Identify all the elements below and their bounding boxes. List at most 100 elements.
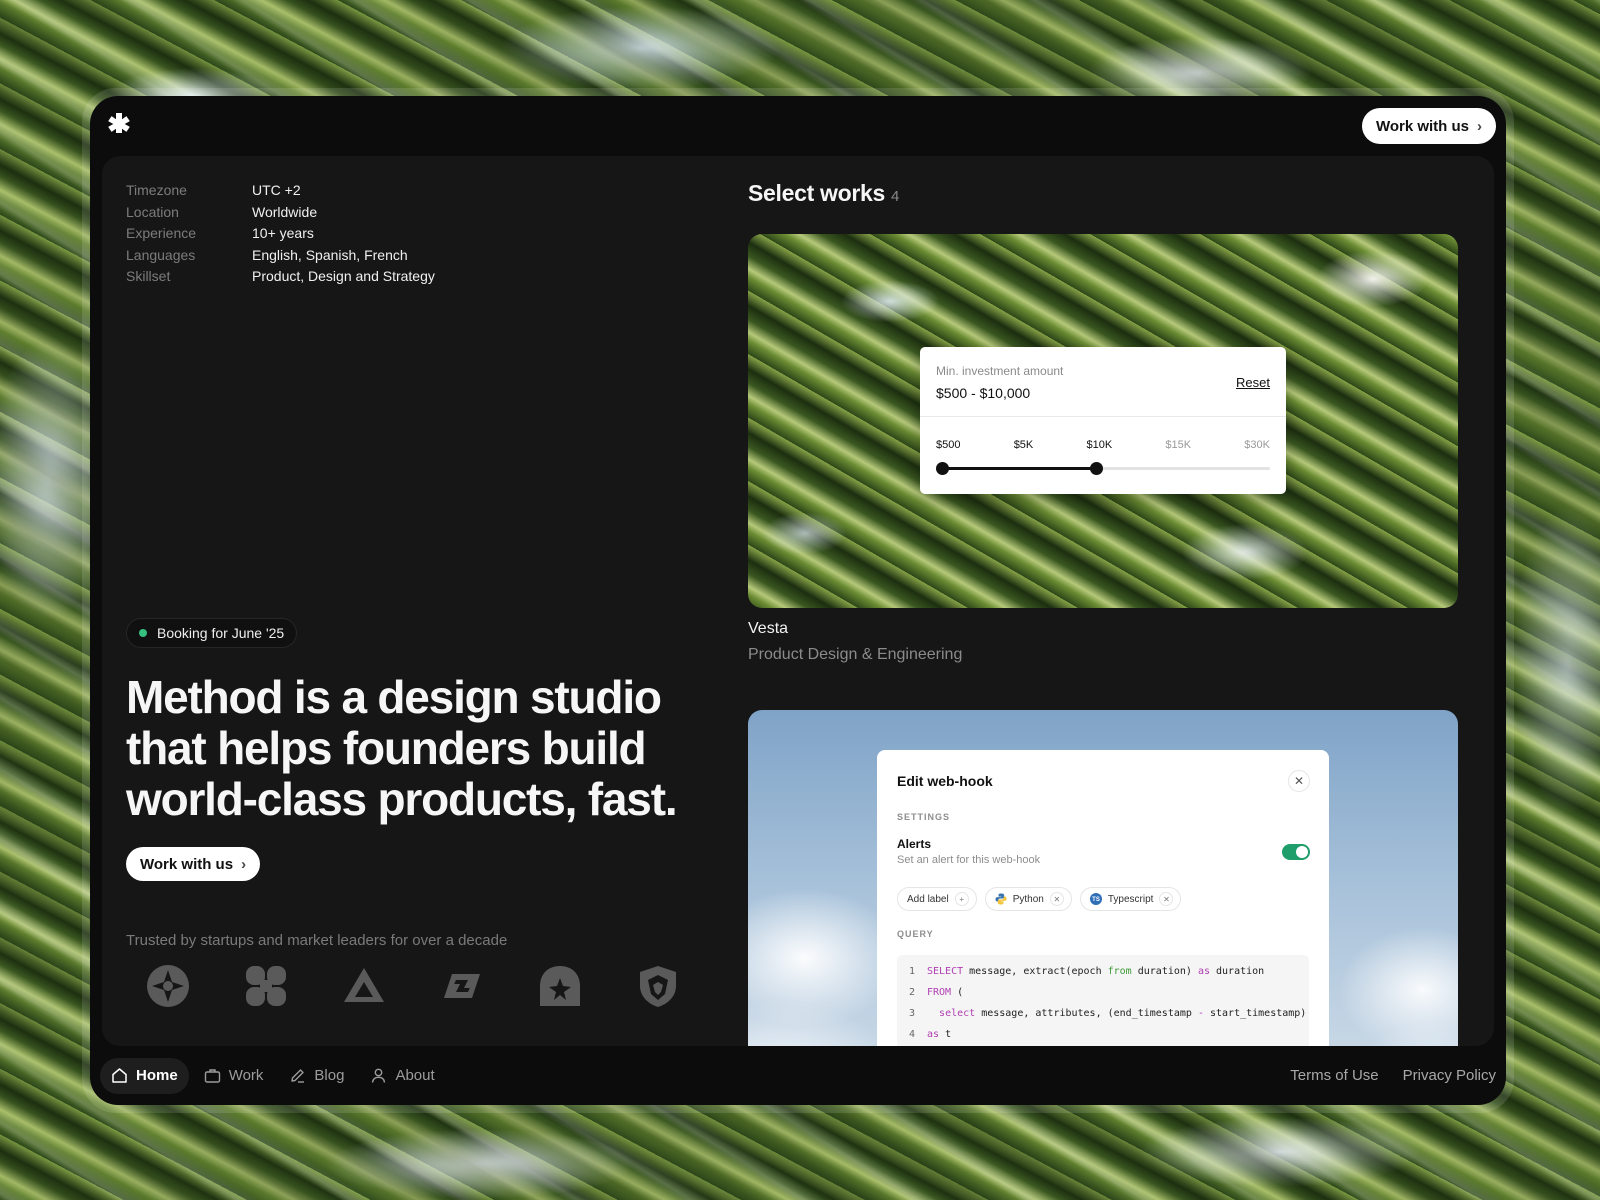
project-name[interactable]: Vesta <box>748 620 788 638</box>
info-row-languages: Languages English, Spanish, French <box>126 245 726 267</box>
privacy-policy-link[interactable]: Privacy Policy <box>1403 1067 1496 1084</box>
hero-work-with-us-button[interactable]: Work with us › <box>126 847 261 881</box>
remove-icon[interactable]: ✕ <box>1049 892 1064 906</box>
add-label-chip[interactable]: Add label + <box>897 887 977 911</box>
method-logo[interactable] <box>108 112 130 134</box>
nav-item-work[interactable]: Work <box>193 1058 275 1094</box>
info-value: UTC +2 <box>252 182 301 198</box>
plus-icon: + <box>954 892 969 906</box>
code-line: 2 FROM ( <box>908 987 964 998</box>
clover-logo <box>244 964 288 1008</box>
compass-star-logo <box>146 964 190 1008</box>
info-list: Timezone UTC +2 Location Worldwide Exper… <box>126 180 726 288</box>
investment-label: Min. investment amount <box>936 364 1064 378</box>
info-label: Skillset <box>126 268 171 285</box>
info-label: Experience <box>126 225 197 242</box>
client-logos <box>146 964 680 1008</box>
top-bar: Work with us › <box>90 96 1506 154</box>
link-logo <box>440 964 484 1008</box>
nav-label: About <box>395 1067 435 1084</box>
investment-range-widget: Min. investment amount $500 - $10,000 Re… <box>920 347 1286 494</box>
terms-of-use-link[interactable]: Terms of Use <box>1290 1067 1378 1084</box>
info-label: Timezone <box>126 182 187 198</box>
chevron-right-icon: › <box>1477 117 1482 135</box>
triangle-logo <box>342 964 386 1008</box>
nav-label: Blog <box>314 1067 345 1084</box>
bottom-bar: Home Work Blog About Terms of Use Privac… <box>90 1046 1506 1105</box>
code-line: 4 as t <box>908 1029 952 1040</box>
tick-label: $15K <box>1165 439 1192 451</box>
close-icon[interactable]: ✕ <box>1288 770 1310 792</box>
intro-column: Timezone UTC +2 Location Worldwide Exper… <box>126 180 726 1046</box>
divider <box>920 416 1286 417</box>
edit-webhook-modal: Edit web-hook ✕ SETTINGS Alerts Set an a… <box>877 750 1329 1046</box>
tick-label: $5K <box>1013 439 1034 451</box>
hero-headline: Method is a design studio that helps fou… <box>126 671 678 825</box>
label-chips: Add label + Python ✕ TS Typescript ✕ <box>897 887 1182 911</box>
works-heading: Select works 4 <box>748 180 1458 207</box>
nav-item-about[interactable]: About <box>359 1058 445 1094</box>
python-chip[interactable]: Python ✕ <box>984 887 1072 911</box>
typescript-chip[interactable]: TS Typescript ✕ <box>1079 887 1182 911</box>
info-label: Location <box>126 203 179 220</box>
query-section-label: QUERY <box>897 929 934 939</box>
tick-label: $30K <box>1244 439 1270 451</box>
project-card-vesta[interactable]: Min. investment amount $500 - $10,000 Re… <box>748 234 1458 608</box>
tick-label: $500 <box>936 439 961 451</box>
reset-link[interactable]: Reset <box>1236 375 1270 390</box>
chip-label: Python <box>1012 893 1044 905</box>
svg-text:TS: TS <box>1092 897 1100 903</box>
settings-section-label: SETTINGS <box>897 812 951 822</box>
chip-label: Add label <box>907 893 949 905</box>
range-track[interactable] <box>936 462 1270 475</box>
info-value: English, Spanish, French <box>252 246 408 263</box>
pencil-icon <box>289 1067 306 1084</box>
status-dot-icon <box>139 629 147 637</box>
house-star-logo <box>538 964 582 1008</box>
nav-item-blog[interactable]: Blog <box>278 1058 355 1094</box>
code-line: 1 SELECT message, extract(epoch from dura… <box>908 966 1265 977</box>
alerts-title: Alerts <box>897 837 932 851</box>
user-icon <box>370 1067 387 1084</box>
project-subtitle: Product Design & Engineering <box>748 646 963 663</box>
chevron-right-icon: › <box>241 855 247 873</box>
nav-label: Home <box>136 1067 178 1084</box>
remove-icon[interactable]: ✕ <box>1159 892 1174 906</box>
info-value: Worldwide <box>252 203 318 220</box>
range-fill <box>942 467 1097 470</box>
shield-logo <box>636 964 680 1008</box>
info-label: Languages <box>126 246 196 263</box>
main-content: Timezone UTC +2 Location Worldwide Exper… <box>102 156 1494 1046</box>
home-icon <box>111 1067 128 1084</box>
work-with-us-label: Work with us <box>1375 117 1469 135</box>
info-value: 10+ years <box>252 225 314 242</box>
info-row-skillset: Skillset Product, Design and Strategy <box>126 266 726 288</box>
nav-item-home[interactable]: Home <box>100 1057 189 1094</box>
booking-badge: Booking for June '25 <box>126 618 298 648</box>
booking-badge-label: Booking for June '25 <box>157 625 285 641</box>
trusted-by-text: Trusted by startups and market leaders f… <box>126 932 508 949</box>
investment-value: $500 - $10,000 <box>936 385 1031 401</box>
work-with-us-button[interactable]: Work with us › <box>1361 108 1496 144</box>
nav-label: Work <box>228 1067 264 1084</box>
app-window: Work with us › Timezone UTC +2 Location … <box>90 96 1506 1105</box>
info-row-timezone: Timezone UTC +2 <box>126 180 726 202</box>
query-code-editor[interactable]: 1 SELECT message, extract(epoch from dura… <box>897 955 1309 1046</box>
works-title: Select works <box>748 180 886 206</box>
project-card-webhook[interactable]: Edit web-hook ✕ SETTINGS Alerts Set an a… <box>748 710 1458 1046</box>
alerts-toggle[interactable] <box>1282 844 1310 860</box>
typescript-icon: TS <box>1089 893 1102 905</box>
briefcase-icon <box>204 1067 221 1084</box>
bottom-nav: Home Work Blog About <box>100 1057 446 1094</box>
works-count: 4 <box>891 188 900 205</box>
code-line: 3 select message, attributes, (end_times… <box>908 1008 1307 1019</box>
python-icon <box>995 893 1007 905</box>
range-thumb-min[interactable] <box>936 462 949 475</box>
legal-links: Terms of Use Privacy Policy <box>1290 1067 1496 1084</box>
webhook-title: Edit web-hook <box>897 773 993 789</box>
app-frame: Work with us › Timezone UTC +2 Location … <box>82 88 1514 1113</box>
info-row-location: Location Worldwide <box>126 202 726 224</box>
info-row-experience: Experience 10+ years <box>126 223 726 245</box>
range-ticks: $500 $5K $10K $15K $30K <box>936 439 1270 451</box>
range-thumb-max[interactable] <box>1090 462 1104 475</box>
